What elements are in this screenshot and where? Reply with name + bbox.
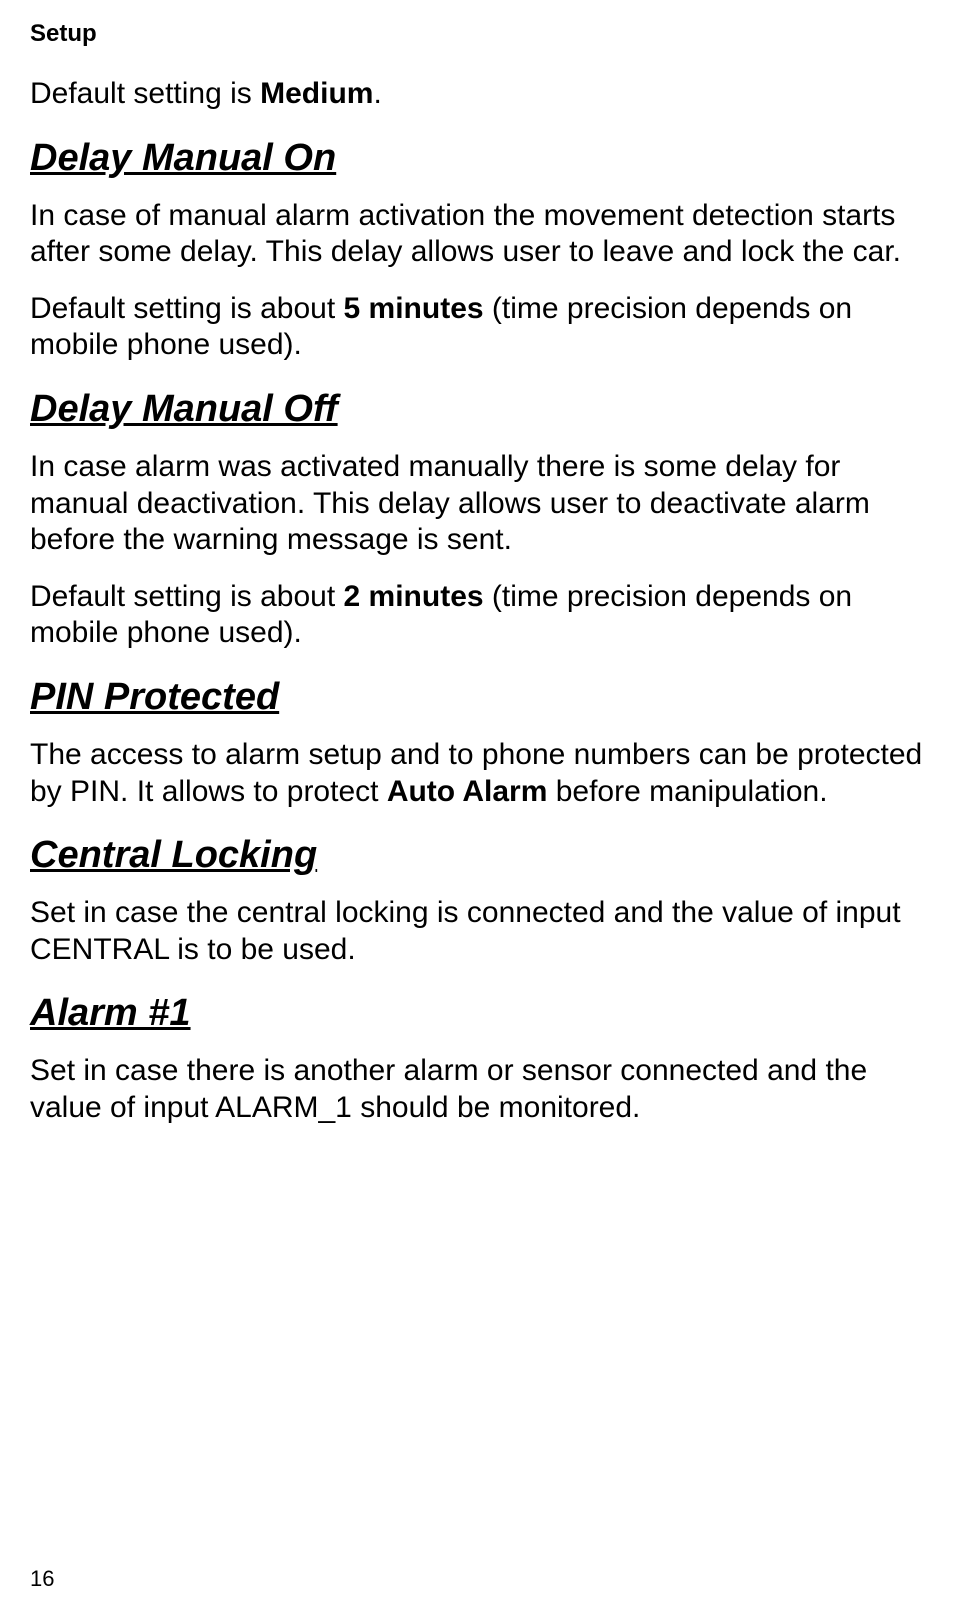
delay-off-p1: In case alarm was activated manually the… <box>30 449 930 559</box>
pin-p1: The access to alarm setup and to phone n… <box>30 737 930 810</box>
page-header: Setup <box>30 20 930 48</box>
pin-p1-suffix: before manipulation. <box>547 775 827 808</box>
heading-alarm-1: Alarm #1 <box>30 992 930 1035</box>
intro-suffix: . <box>373 77 381 110</box>
intro-text: Default setting is Medium. <box>30 76 930 113</box>
intro-bold: Medium <box>260 77 373 110</box>
heading-pin-protected: PIN Protected <box>30 676 930 719</box>
page-number: 16 <box>30 1566 54 1592</box>
heading-central-locking: Central Locking <box>30 834 930 877</box>
alarm1-p1: Set in case there is another alarm or se… <box>30 1053 930 1126</box>
heading-delay-manual-on: Delay Manual On <box>30 137 930 180</box>
central-p1: Set in case the central locking is conne… <box>30 895 930 968</box>
pin-p1-bold: Auto Alarm <box>387 775 548 808</box>
intro-prefix: Default setting is <box>30 77 260 110</box>
delay-off-p2-bold: 2 minutes <box>344 580 484 613</box>
delay-on-p2: Default setting is about 5 minutes (time… <box>30 291 930 364</box>
delay-on-p1: In case of manual alarm activation the m… <box>30 198 930 271</box>
heading-delay-manual-off: Delay Manual Off <box>30 388 930 431</box>
delay-on-p2-prefix: Default setting is about <box>30 292 344 325</box>
delay-off-p2: Default setting is about 2 minutes (time… <box>30 579 930 652</box>
delay-on-p2-bold: 5 minutes <box>344 292 484 325</box>
delay-off-p2-prefix: Default setting is about <box>30 580 344 613</box>
